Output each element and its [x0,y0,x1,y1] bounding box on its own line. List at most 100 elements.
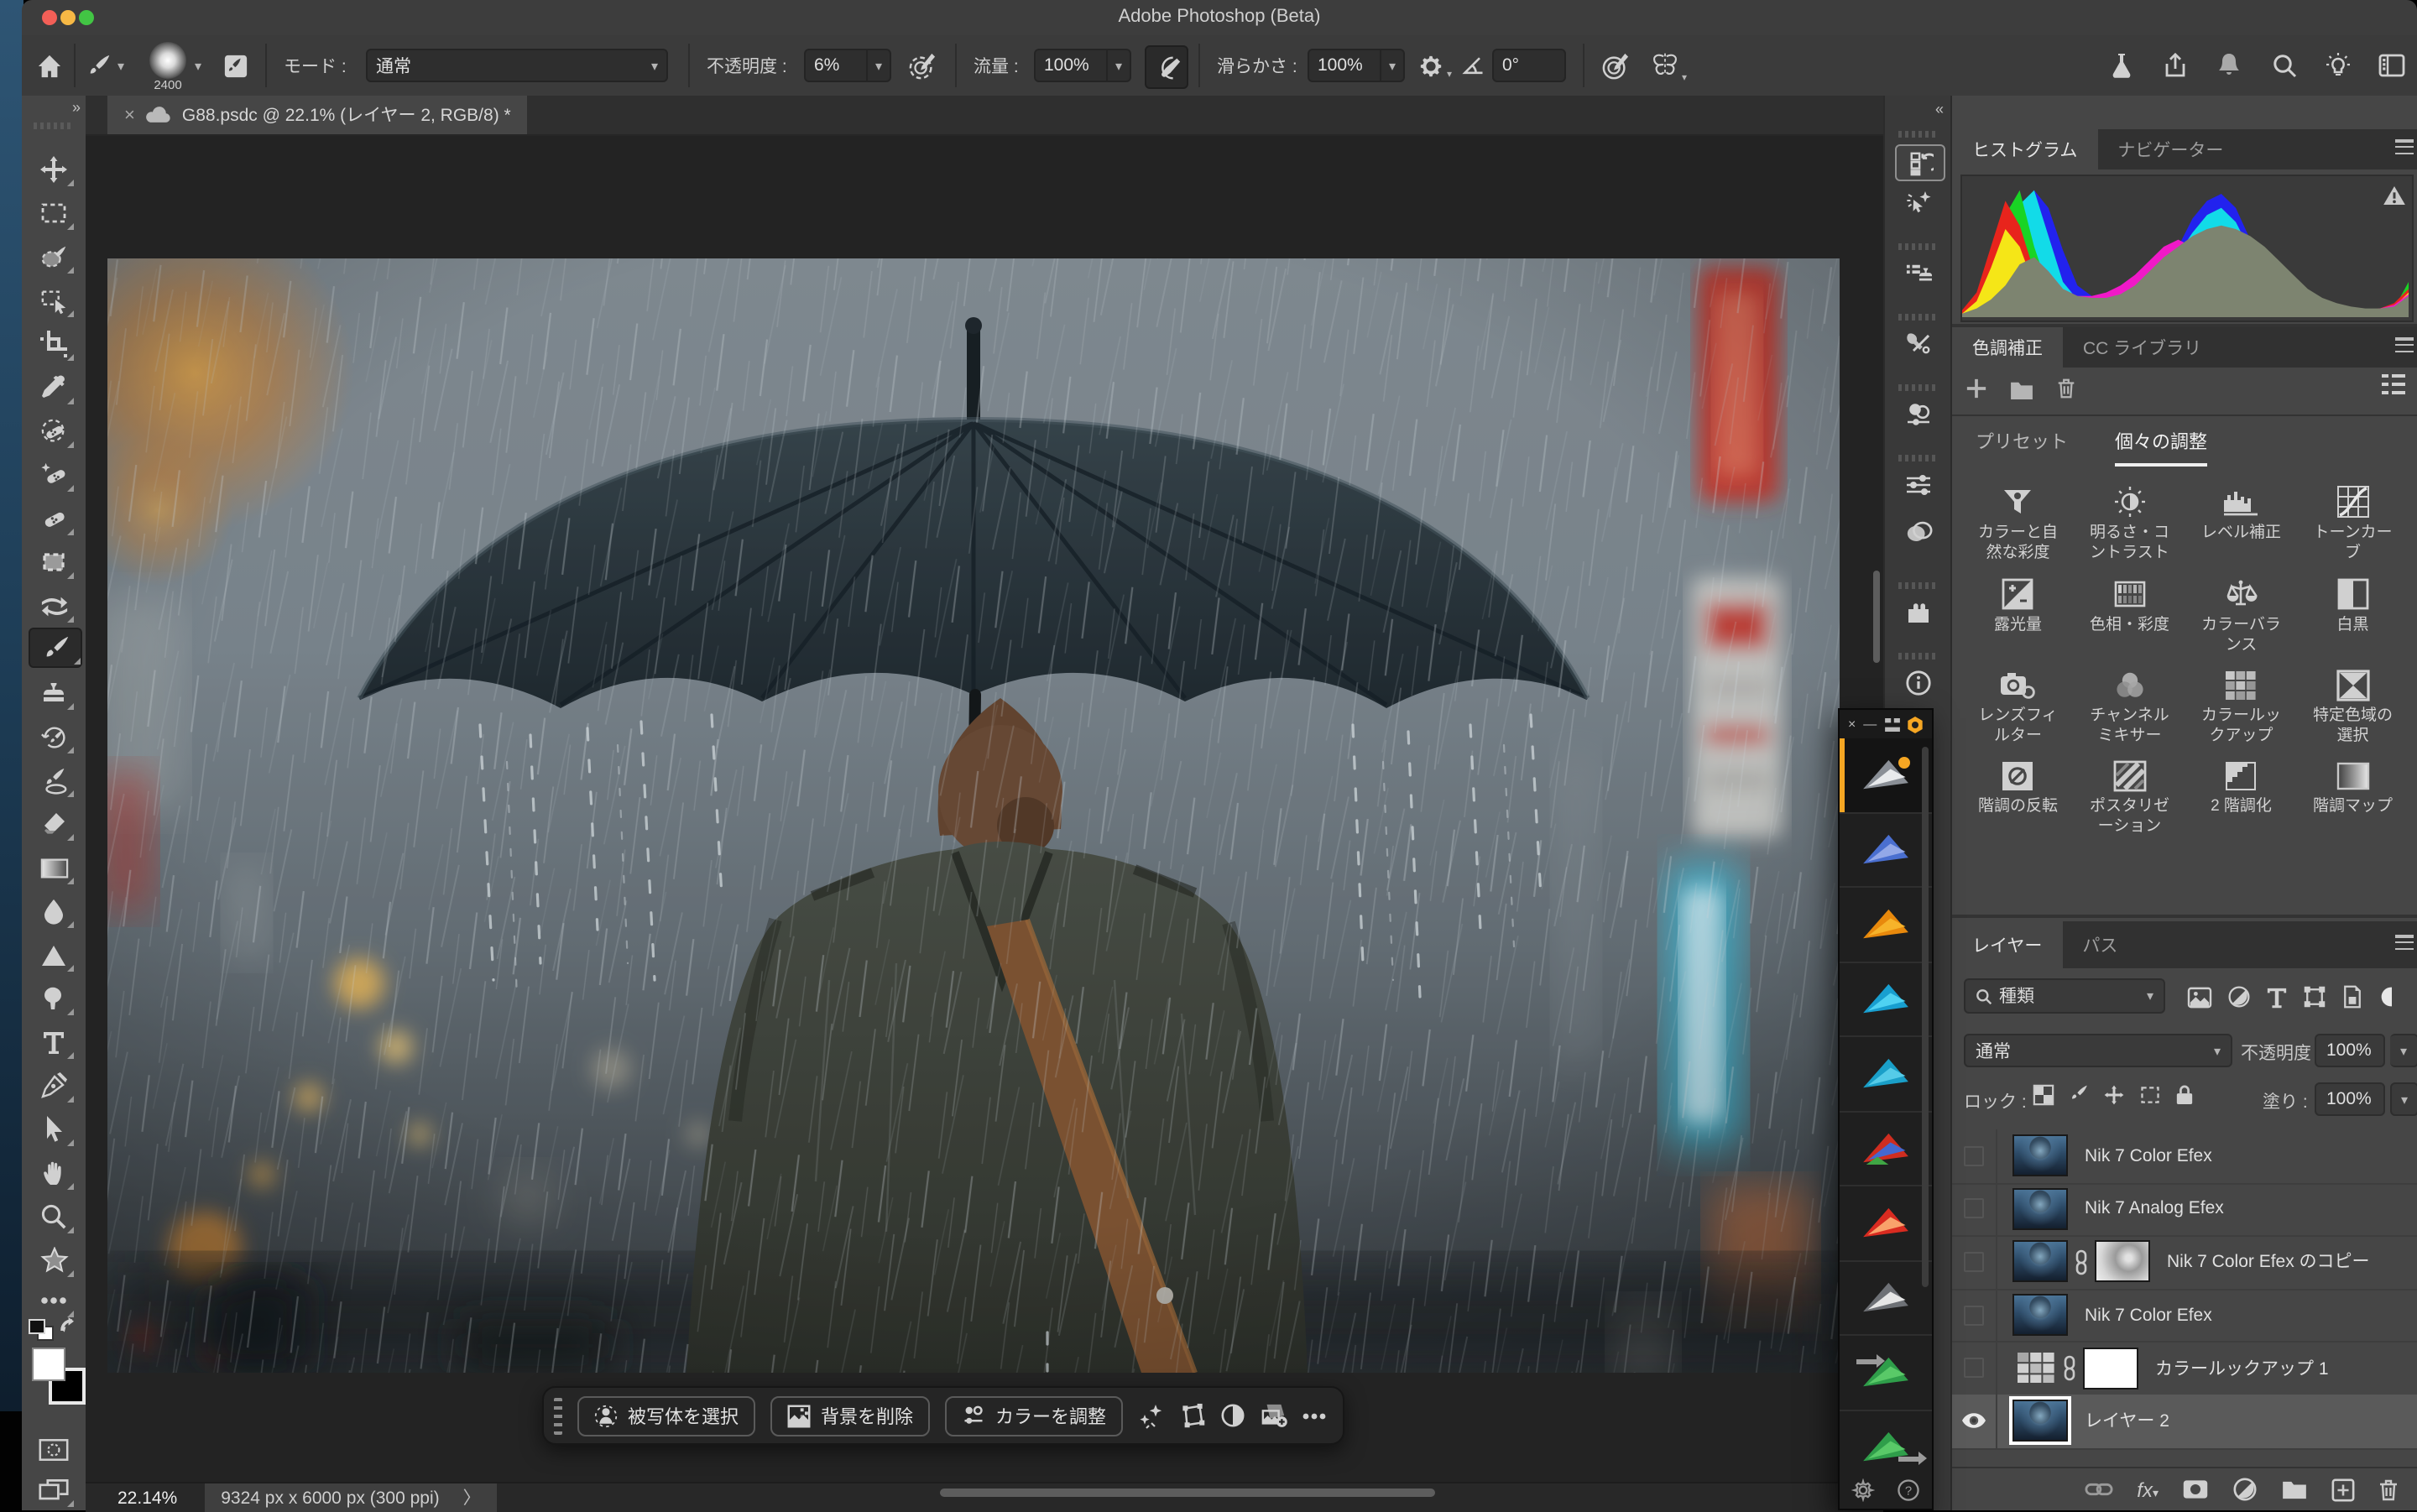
status-chevron[interactable]: 〉 [463,1485,481,1510]
tab-layers[interactable]: レイヤー [1952,921,2062,968]
layer-row[interactable]: Nik 7 Analog Efex [1952,1182,2417,1237]
layer-fill-field[interactable]: 100% [2315,1082,2385,1116]
nik-item-silver-efex[interactable] [1840,1261,1932,1336]
nik-item-viveza[interactable] [1840,1112,1932,1186]
shape-tool[interactable] [34,936,74,973]
adjust-color-button[interactable]: カラーを調整 [945,1395,1123,1436]
lock-transparency-icon[interactable] [2033,1084,2054,1106]
pressure-size-button[interactable] [1601,35,1630,96]
layer-name[interactable]: Nik 7 Color Efex [2085,1305,2212,1325]
add-adjustment-icon[interactable] [1965,378,1987,399]
nik-scrollbar[interactable] [1922,747,1929,1287]
generative-sparkle-button[interactable] [1138,1402,1165,1429]
visibility-toggle[interactable] [1952,1235,1997,1288]
foreground-background-colors[interactable] [22,1348,86,1415]
layer-thumbnail[interactable] [2012,1241,2068,1283]
flow-field[interactable]: 100%▾ [1034,35,1131,96]
nik-minimize-icon[interactable]: — [1863,717,1877,732]
adjustment-halfcircle-button[interactable] [1220,1403,1245,1428]
tab-individual-adjustments[interactable]: 個々の調整 [2115,428,2207,467]
layer-thumbnail[interactable] [2012,1188,2068,1230]
toolbar-expand-chevrons[interactable]: » [72,99,79,116]
adj-threshold[interactable]: 2 階調化 [2185,753,2297,837]
foreground-color-white[interactable] [32,1348,65,1381]
lock-artboard-icon[interactable] [2138,1084,2162,1106]
mixer-brush-tool[interactable] [34,762,74,799]
layer-row[interactable]: Nik 7 Color Efex [1952,1289,2417,1343]
layer-effects-icon[interactable]: fx▾ [2137,1478,2159,1501]
nik-item-perspective-efex[interactable] [1840,1037,1932,1112]
spot-healing-brush-tool[interactable] [34,456,74,493]
default-colors-icon[interactable] [29,1319,52,1339]
lock-all-icon[interactable] [2175,1084,2194,1106]
brush-preset-picker[interactable]: 2400 [149,35,186,96]
adj-invert[interactable]: 階調の反転 [1962,753,2074,837]
layer-blend-mode-select[interactable]: 通常▾ [1964,1034,2232,1067]
layer-name[interactable]: Nik 7 Color Efex のコピー [2167,1249,2370,1275]
visibility-toggle[interactable] [1952,1129,1997,1182]
gradient-tool[interactable] [34,849,74,886]
tab-histogram[interactable]: ヒストグラム [1952,129,2097,169]
layer-opacity-field[interactable]: 100% [2315,1034,2385,1067]
layer-mask-thumbnail[interactable] [2095,1241,2150,1283]
taskbar-drag-handle[interactable] [554,1397,562,1434]
visibility-toggle[interactable] [1952,1289,1997,1342]
layer-mask-thumbnail[interactable] [2083,1347,2138,1389]
adj-photo-filter[interactable]: レンズフィ ルター [1962,663,2074,747]
visibility-toggle[interactable] [1952,1182,1997,1235]
layer-row-selected[interactable]: レイヤー 2 [1952,1395,2417,1449]
histogram-panel-menu-icon[interactable] [2395,139,2414,154]
rectangular-marquee-tool[interactable] [34,195,74,232]
nik-item-sharpener[interactable] [1840,1186,1932,1261]
remove-tool[interactable] [34,413,74,450]
taskbar-more-ellipsis[interactable] [1302,1412,1326,1419]
adjustments-panel-icon[interactable] [1898,398,1939,431]
beta-feedback-button[interactable] [2108,35,2135,96]
nik-item-dfine[interactable] [1840,1336,1932,1410]
nik-item-analog-efex[interactable] [1840,813,1932,888]
link-layers-icon[interactable] [2085,1482,2113,1497]
nik-settings-gear-icon[interactable] [1851,1478,1875,1502]
path-select-tool[interactable] [34,1111,74,1148]
layers-panel-menu-icon[interactable] [2395,935,2414,950]
zoom-tool[interactable] [34,1198,74,1235]
adjustments-panel-menu-icon[interactable] [2395,337,2414,352]
visibility-toggle[interactable] [1952,1395,1997,1447]
zoom-level[interactable]: 22.14% [117,1488,177,1508]
nik-item-launcher[interactable] [1840,738,1932,813]
more-tools-ellipsis[interactable] [34,1282,74,1319]
adj-color-balance[interactable]: カラーバラ ンス [2185,571,2297,656]
brush-tool-selected[interactable] [29,628,82,668]
histogram-warning-icon[interactable] [2383,186,2405,205]
hand-tool[interactable] [34,1155,74,1191]
clone-stamp-tool[interactable] [34,675,74,712]
toolbar-grip[interactable] [34,123,74,129]
layer-fill-chevron[interactable]: ▾ [2390,1082,2417,1116]
add-mask-icon[interactable] [2182,1478,2209,1500]
channels-panel-icon[interactable] [1898,515,1939,549]
nik-close-icon[interactable]: × [1848,717,1856,732]
adj-exposure[interactable]: 露光量 [1962,571,2074,656]
notifications-bell[interactable] [2216,35,2242,96]
tab-cc-libraries[interactable]: CC ライブラリ [2063,327,2221,368]
layer-thumbnail[interactable] [2012,1135,2068,1177]
home-button[interactable] [37,35,62,96]
layer-row[interactable]: Nik 7 Color Efex のコピー [1952,1235,2417,1290]
properties-panel-icon[interactable] [1898,468,1939,502]
document-tab[interactable]: × G88.psdc @ 22.1% (レイヤー 2, RGB/8) * [107,96,528,134]
healing-brush-tool[interactable] [34,500,74,537]
crop-tool[interactable] [34,326,74,362]
adj-color-vibrance[interactable]: カラーと自 然な彩度 [1962,478,2074,564]
blend-mode-select[interactable]: 通常▾ [366,35,668,96]
pressure-opacity-button[interactable] [908,35,937,96]
filter-shape-icon[interactable] [2303,985,2326,1009]
filter-smart-object-icon[interactable] [2341,985,2363,1009]
plugins-panel-icon[interactable] [1898,596,1939,629]
adj-selective-color[interactable]: 特定色域の 選択 [2297,663,2409,747]
symmetry-butterfly-button[interactable]: ▾ [1650,35,1687,96]
remove-background-button[interactable]: 背景を削除 [770,1395,930,1436]
object-selection-tool[interactable] [34,282,74,319]
layer-thumbnail[interactable] [2012,1294,2068,1336]
new-group-folder-icon[interactable] [2281,1479,2308,1499]
horizontal-scrollbar[interactable] [940,1489,1435,1497]
